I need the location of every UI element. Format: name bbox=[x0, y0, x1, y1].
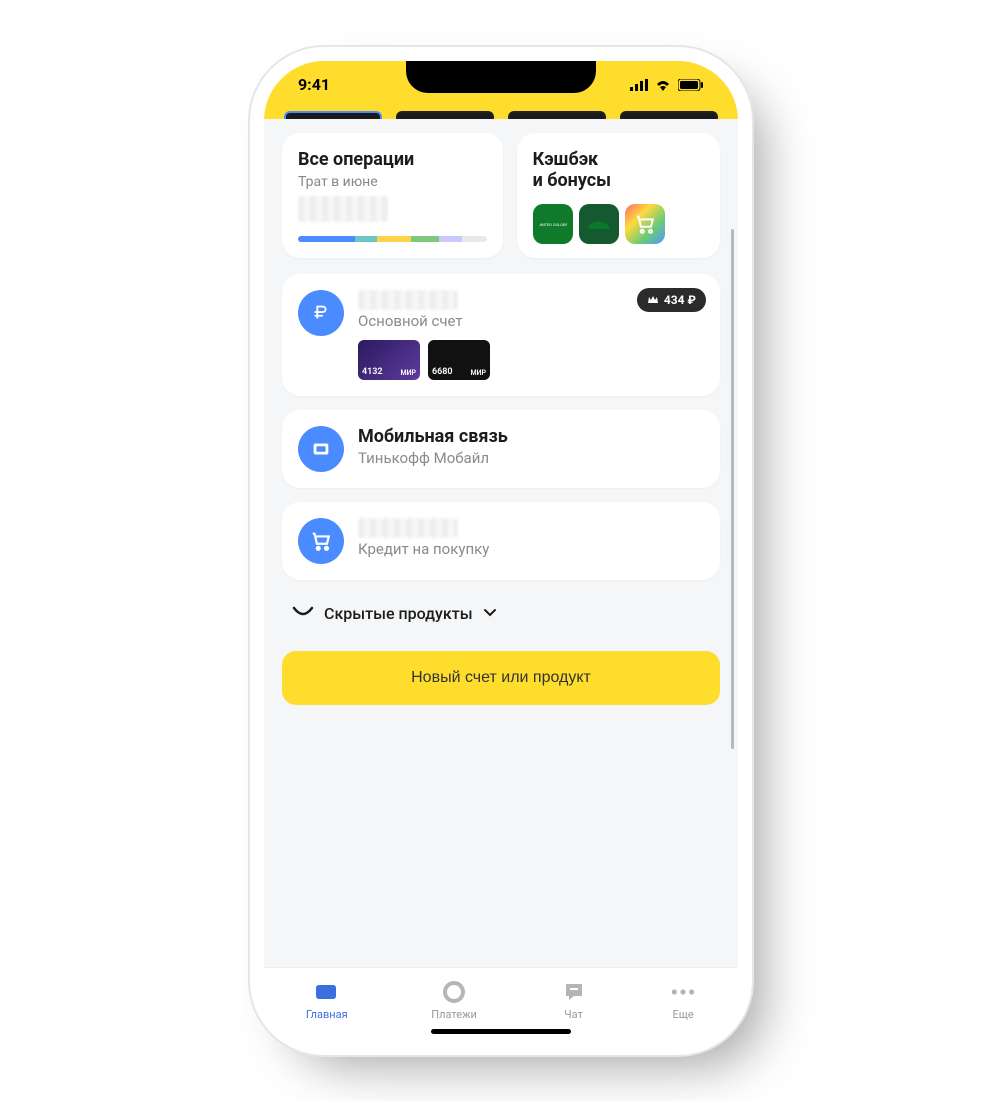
spending-segment bbox=[411, 236, 439, 242]
account-title-blurred bbox=[358, 518, 458, 538]
account-body: Кредит на покупку bbox=[358, 518, 704, 558]
mini-card[interactable]: 4132 МИР bbox=[358, 340, 420, 380]
operations-amount-blurred bbox=[298, 196, 388, 222]
card-system: МИР bbox=[400, 369, 416, 377]
wifi-icon bbox=[654, 79, 672, 91]
spending-segment bbox=[298, 236, 355, 242]
cellular-icon bbox=[630, 79, 648, 91]
story-chip[interactable] bbox=[508, 111, 606, 119]
account-title-blurred bbox=[358, 290, 458, 310]
spending-segment bbox=[355, 236, 378, 242]
account-card[interactable]: Кредит на покупку bbox=[282, 502, 720, 580]
operations-card[interactable]: Все операции Трат в июне bbox=[282, 133, 503, 258]
tab-label: Чат bbox=[564, 1008, 583, 1021]
payments-icon bbox=[441, 979, 467, 1005]
partner-icon[interactable] bbox=[579, 204, 619, 244]
new-product-button[interactable]: Новый счет или продукт bbox=[282, 651, 720, 705]
spending-segment bbox=[377, 236, 411, 242]
scrollbar[interactable] bbox=[731, 229, 734, 749]
battery-icon bbox=[678, 79, 704, 91]
cashback-title-line1: Кэшбэк bbox=[533, 149, 704, 171]
story-chip[interactable] bbox=[396, 111, 494, 119]
tab-label: Главная bbox=[306, 1008, 348, 1021]
chevron-down-icon bbox=[483, 608, 497, 618]
operations-subtitle: Трат в июне bbox=[298, 174, 487, 190]
tab-chat[interactable]: Чат bbox=[561, 979, 587, 1021]
phone-frame: 9:41 Все операции Трат в июне Кэшбэк bbox=[264, 61, 738, 1041]
tab-home[interactable]: Главная bbox=[306, 979, 348, 1021]
cashback-badge[interactable]: 434 ₽ bbox=[637, 288, 706, 312]
partner-icon[interactable]: UNITED COLORS bbox=[533, 204, 573, 244]
svg-text:UNITED COLORS: UNITED COLORS bbox=[539, 222, 567, 227]
card-system: МИР bbox=[470, 369, 486, 377]
tab-label: Платежи bbox=[431, 1008, 477, 1021]
account-body: Мобильная связь Тинькофф Мобайл bbox=[358, 426, 704, 467]
tab-more[interactable]: Еще bbox=[670, 979, 696, 1021]
mini-card[interactable]: 6680 МИР bbox=[428, 340, 490, 380]
card-last4: 6680 bbox=[432, 367, 453, 377]
partner-icon[interactable] bbox=[625, 204, 665, 244]
account-subtitle: Тинькофф Мобайл bbox=[358, 449, 704, 467]
ruble-icon bbox=[298, 290, 344, 336]
eye-closed-icon bbox=[292, 606, 314, 620]
notch bbox=[406, 61, 596, 93]
cashback-partner-icons: UNITED COLORS bbox=[533, 204, 704, 244]
stories-row[interactable] bbox=[264, 109, 738, 119]
chat-icon bbox=[561, 979, 587, 1005]
account-subtitle: Основной счет bbox=[358, 312, 704, 330]
story-chip[interactable] bbox=[620, 111, 718, 119]
cashback-title-line2: и бонусы bbox=[533, 170, 704, 192]
spending-segment bbox=[439, 236, 462, 242]
crown-icon bbox=[647, 295, 659, 305]
cart-icon bbox=[298, 518, 344, 564]
sim-icon bbox=[298, 426, 344, 472]
status-time: 9:41 bbox=[298, 75, 330, 94]
tab-payments[interactable]: Платежи bbox=[431, 979, 477, 1021]
account-subtitle: Кредит на покупку bbox=[358, 540, 704, 558]
spending-segment bbox=[462, 236, 487, 242]
hidden-products-toggle[interactable]: Скрытые продукты bbox=[282, 594, 720, 633]
more-icon bbox=[670, 979, 696, 1005]
hidden-products-label: Скрытые продукты bbox=[324, 604, 473, 623]
card-last4: 4132 bbox=[362, 367, 383, 377]
accounts-list: Основной счет 4132 МИР 6680 МИР 434 ₽ Мобильна… bbox=[282, 274, 720, 580]
operations-title: Все операции bbox=[298, 149, 487, 171]
badge-value: 434 ₽ bbox=[664, 293, 696, 307]
status-icons bbox=[630, 79, 704, 91]
story-chip[interactable] bbox=[284, 111, 382, 119]
cashback-card[interactable]: Кэшбэк и бонусы UNITED COLORS bbox=[517, 133, 720, 258]
tab-label: Еще bbox=[673, 1008, 694, 1021]
home-icon bbox=[314, 979, 340, 1005]
account-card[interactable]: Мобильная связь Тинькофф Мобайл bbox=[282, 410, 720, 488]
home-indicator[interactable] bbox=[431, 1029, 571, 1034]
mini-cards-row: 4132 МИР 6680 МИР bbox=[358, 340, 704, 380]
spending-bar bbox=[298, 236, 487, 242]
account-card[interactable]: Основной счет 4132 МИР 6680 МИР 434 ₽ bbox=[282, 274, 720, 396]
main-screen[interactable]: Все операции Трат в июне Кэшбэк и бонусы… bbox=[264, 119, 738, 967]
account-title: Мобильная связь bbox=[358, 426, 704, 447]
